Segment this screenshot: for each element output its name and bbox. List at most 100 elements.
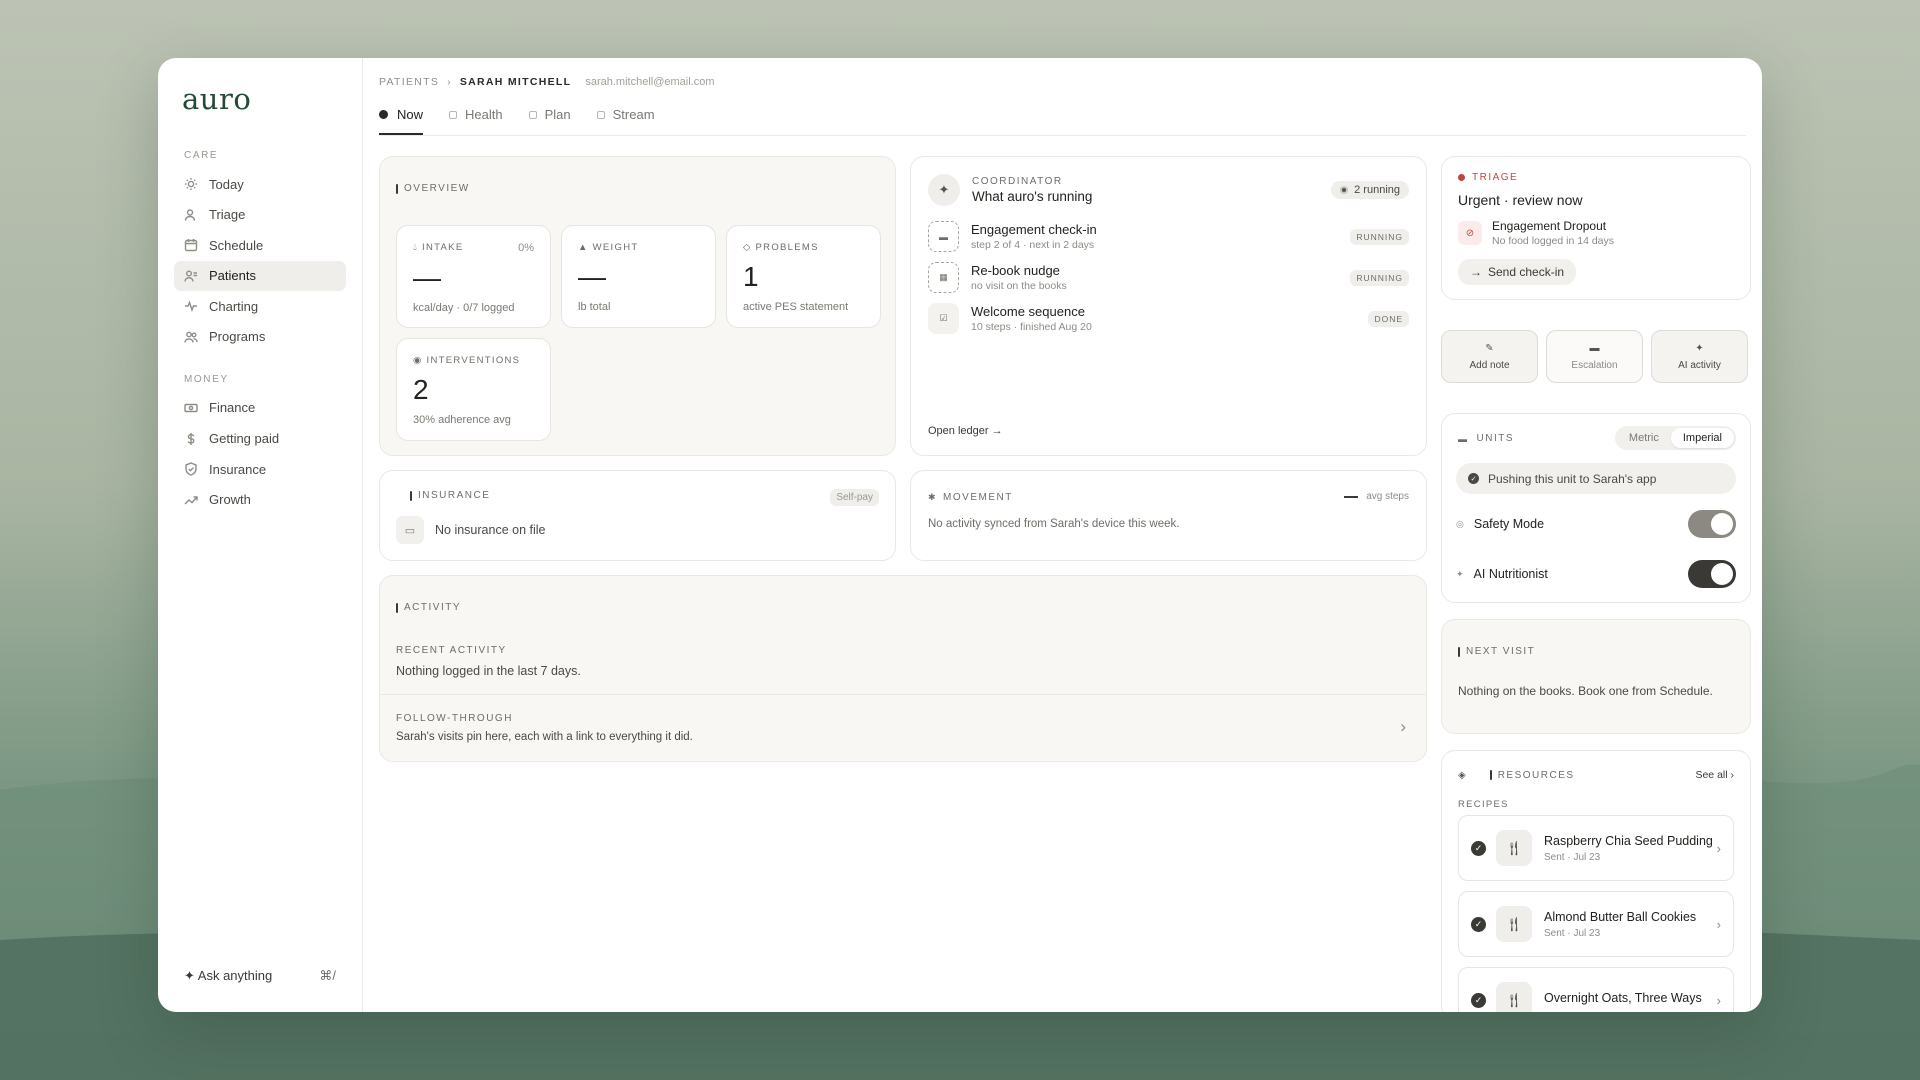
recent-activity-label: RECENT ACTIVITY <box>396 645 507 656</box>
job-row[interactable]: ▦ Re-book nudge no visit on the books RUN… <box>928 262 1409 293</box>
tab-health[interactable]: Health <box>449 104 503 135</box>
insurance-card: INSURANCE Self-pay ▭ No insurance on fil… <box>379 470 896 561</box>
tab-label: Now <box>397 107 424 122</box>
job-row[interactable]: ☑ Welcome sequence 10 steps · finished Au… <box>928 303 1409 334</box>
escalation-button[interactable]: ▬ Escalation <box>1546 330 1643 383</box>
sidebar: auro CARE Today Triage Schedule Patients… <box>158 58 363 1012</box>
sidebar-item-schedule[interactable]: Schedule <box>174 230 346 260</box>
chevron-right-icon: › <box>1716 840 1721 856</box>
job-status-badge: RUNNING <box>1350 269 1409 286</box>
action-buttons: ✎ Add note ▬ Escalation ✦ AI activity <box>1441 330 1751 383</box>
sidebar-item-charting[interactable]: Charting <box>174 291 346 321</box>
add-note-button[interactable]: ✎ Add note <box>1441 330 1538 383</box>
sidebar-item-label: Triage <box>209 207 246 223</box>
status-dot-icon <box>1340 186 1349 194</box>
sidebar-item-finance[interactable]: Finance <box>174 393 346 423</box>
resource-name: Overnight Oats, Three Ways <box>1544 991 1702 1005</box>
weight-label: ▲ WEIGHT <box>578 242 639 253</box>
ai-nutritionist-toggle[interactable] <box>1688 560 1736 588</box>
label-bar <box>396 602 398 613</box>
care-section-label: CARE <box>184 150 219 161</box>
resources-card: ◈ RESOURCES See all › RECIPES ✓ 🍴︎ Raspb… <box>1441 750 1751 1012</box>
sidebar-item-today[interactable]: Today <box>174 169 346 199</box>
sidebar-item-label: Charting <box>209 298 259 314</box>
activity-card: ACTIVITY RECENT ACTIVITY Nothing logged … <box>379 575 1427 762</box>
toggle-knob <box>1711 563 1733 585</box>
label-bar <box>410 490 412 501</box>
plan-icon <box>528 110 537 119</box>
interventions-stat[interactable]: ◉ INTERVENTIONS 2 30% adherence avg <box>396 338 551 441</box>
pulse-icon <box>184 299 198 313</box>
send-check-in-button[interactable]: → Send check-in <box>1458 259 1577 285</box>
open-ledger-link[interactable]: Open ledger → <box>928 425 1003 437</box>
sidebar-item-label: Finance <box>209 400 256 416</box>
resource-item[interactable]: ✓ 🍴︎ Almond Butter Ball Cookies Sent · Ju… <box>1458 891 1734 957</box>
money-section-label: MONEY <box>184 373 229 385</box>
resource-name: Almond Butter Ball Cookies <box>1544 909 1697 924</box>
breadcrumb-root[interactable]: PATIENTS <box>379 76 439 88</box>
ai-activity-button[interactable]: ✦ AI activity <box>1651 330 1748 383</box>
health-icon <box>449 110 458 119</box>
breadcrumb-current: SARAH MITCHELL <box>459 76 572 88</box>
urgent-dot-icon <box>1458 174 1465 181</box>
problems-label: ◇ PROBLEMS <box>743 242 819 253</box>
check-icon: ✓ <box>1471 916 1486 932</box>
label-bar <box>396 183 398 194</box>
sidebar-item-getting-paid[interactable]: Getting paid <box>174 424 346 454</box>
triage-title: Urgent · review now <box>1458 192 1583 208</box>
tab-plan[interactable]: Plan <box>528 104 571 135</box>
calendar-icon <box>184 238 198 252</box>
resource-item[interactable]: ✓ 🍴︎ Overnight Oats, Three Ways › <box>1458 967 1734 1012</box>
job-name: Welcome sequence <box>971 304 1085 319</box>
tab-now[interactable]: Now <box>379 104 424 135</box>
sidebar-item-label: Today <box>209 176 244 192</box>
safety-mode-toggle[interactable] <box>1688 510 1736 538</box>
safety-mode-label: Safety Mode <box>1473 517 1545 531</box>
follow-through-text: Sarah's visits pin here, each with a lin… <box>396 731 693 743</box>
weight-stat[interactable]: ▲ WEIGHT — lb total <box>561 225 716 328</box>
dollar-icon <box>184 432 198 446</box>
self-pay-badge: Self-pay <box>830 489 879 506</box>
edit-icon: ✎ <box>1485 342 1494 354</box>
resource-sub: Sent · Jul 23 <box>1544 927 1601 939</box>
sidebar-item-patients[interactable]: Patients <box>174 260 346 291</box>
insurance-label: INSURANCE <box>410 490 490 501</box>
problems-stat[interactable]: ◇ PROBLEMS 1 active PES statement <box>726 225 881 328</box>
breadcrumb: PATIENTS › SARAH MITCHELL sarah.mitchell… <box>379 74 1746 90</box>
sidebar-item-growth[interactable]: Growth <box>174 485 346 515</box>
job-row[interactable]: ▬ Engagement check-in step 2 of 4 · next … <box>928 221 1409 252</box>
weight-icon: ▲ <box>578 242 593 253</box>
safety-mode-row: ◎ Safety Mode <box>1456 510 1736 538</box>
follow-through-label: FOLLOW-THROUGH <box>396 713 513 724</box>
units-option-imperial[interactable]: Imperial <box>1670 428 1734 448</box>
tab-stream[interactable]: Stream <box>596 104 655 135</box>
patient-email: sarah.mitchell@email.com <box>585 76 715 88</box>
ask-anything-button[interactable]: ✦ Ask anything ⌘/ <box>184 968 336 984</box>
insurance-text: No insurance on file <box>435 523 546 537</box>
problems-value: 1 <box>743 261 759 292</box>
sidebar-item-programs[interactable]: Programs <box>174 322 346 352</box>
chevron-right-icon: › <box>1716 992 1721 1008</box>
units-label: ▬ UNITS <box>1458 433 1514 444</box>
coordinator-header: ✦ COORDINATOR What auro's running 2 runn… <box>928 174 1409 206</box>
sidebar-item-label: Getting paid <box>209 431 280 447</box>
arrow-right-icon: → <box>1470 265 1482 279</box>
sidebar-item-insurance[interactable]: Insurance <box>174 454 346 484</box>
logo: auro <box>182 82 252 116</box>
sidebar-item-triage[interactable]: Triage <box>174 200 346 230</box>
resource-item[interactable]: ✓ 🍴︎ Raspberry Chia Seed Pudding Sent · J… <box>1458 815 1734 881</box>
ai-nutritionist-row: ✦ AI Nutritionist <box>1456 560 1736 588</box>
see-all-link[interactable]: See all › <box>1695 769 1734 781</box>
next-visit-card: NEXT VISIT Nothing on the books. Book on… <box>1441 619 1751 734</box>
movement-card: ✱ MOVEMENT avg steps No activity synced f… <box>910 470 1427 561</box>
intake-stat[interactable]: 💧︎ INTAKE 0% — kcal/day · 0/7 logged <box>396 225 551 328</box>
interventions-value: 2 <box>413 374 429 405</box>
message-icon: ▬ <box>1589 342 1600 354</box>
push-unit-notice: ✓ Pushing this unit to Sarah's app <box>1456 463 1736 494</box>
units-option-metric[interactable]: Metric <box>1617 428 1671 448</box>
card-icon: ▭ <box>396 516 424 544</box>
walk-icon: ✱ <box>928 492 938 502</box>
follow-through-row[interactable]: FOLLOW-THROUGH Sarah's visits pin here, … <box>380 695 1426 762</box>
main-content: PATIENTS › SARAH MITCHELL sarah.mitchell… <box>363 58 1762 1012</box>
target-icon: ◉ <box>413 355 427 366</box>
